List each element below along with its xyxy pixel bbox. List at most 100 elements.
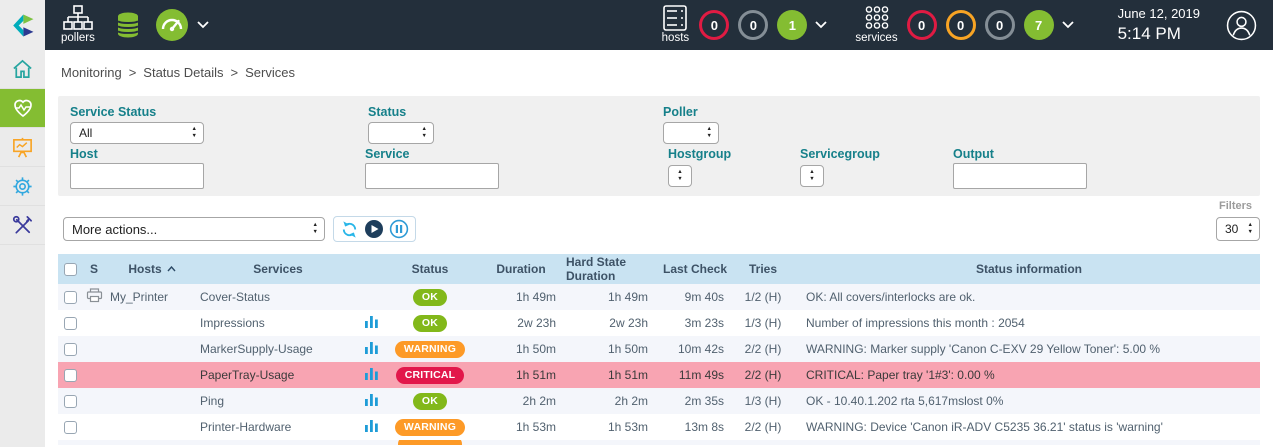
host-name[interactable]: My_Printer bbox=[110, 290, 168, 304]
status-badge: WARNING bbox=[395, 341, 465, 358]
row-checkbox[interactable] bbox=[64, 421, 77, 434]
status-badge: OK bbox=[413, 315, 447, 332]
service-name[interactable]: Ping bbox=[200, 394, 224, 408]
sidebar-item-configuration[interactable] bbox=[0, 167, 45, 206]
servicegroup-select[interactable] bbox=[800, 165, 824, 187]
header-hosts[interactable]: Hosts bbox=[106, 254, 198, 284]
output-input[interactable] bbox=[953, 163, 1087, 189]
graph-icon[interactable] bbox=[365, 420, 378, 435]
breadcrumb-item[interactable]: Services bbox=[245, 65, 295, 80]
breadcrumb-separator: > bbox=[129, 65, 137, 80]
row-checkbox[interactable] bbox=[64, 395, 77, 408]
user-profile-button[interactable] bbox=[1226, 10, 1257, 41]
hosts-chevron-down-icon[interactable] bbox=[815, 21, 827, 29]
pollers-icon bbox=[63, 5, 93, 31]
status-badge: CRITICAL bbox=[396, 367, 465, 384]
pause-button[interactable] bbox=[389, 219, 409, 239]
services-chevron-down-icon[interactable] bbox=[1062, 21, 1074, 29]
select-all-checkbox[interactable] bbox=[64, 263, 77, 276]
duration-cell: 1h 53m bbox=[476, 414, 566, 440]
host-input[interactable] bbox=[70, 163, 204, 189]
header-hard-state-duration[interactable]: Hard State Duration bbox=[566, 254, 662, 284]
hosts-counter[interactable]: 1 bbox=[777, 10, 807, 40]
header-status[interactable]: Status bbox=[384, 254, 476, 284]
duration-cell: 1h 50m bbox=[476, 336, 566, 362]
hosts-menu[interactable]: hosts bbox=[660, 5, 690, 45]
header-tries[interactable]: Tries bbox=[728, 254, 798, 284]
breadcrumb-item[interactable]: Monitoring bbox=[61, 65, 122, 80]
table-header-row: S Hosts Services Status Duration Hard St… bbox=[58, 254, 1260, 284]
header-last-check[interactable]: Last Check bbox=[662, 254, 728, 284]
hosts-counter[interactable]: 0 bbox=[738, 10, 768, 40]
page-size-select[interactable]: 30 bbox=[1216, 217, 1260, 241]
hosts-counter[interactable]: 0 bbox=[699, 10, 729, 40]
home-icon bbox=[11, 58, 34, 81]
table-row: Printer-Hardware WARNING 1h 53m 1h 53m 1… bbox=[58, 414, 1260, 440]
services-counter[interactable]: 0 bbox=[985, 10, 1015, 40]
hosts-counters: 001 bbox=[690, 10, 807, 40]
actions-toolbar: More actions... bbox=[58, 216, 1260, 242]
row-checkbox[interactable] bbox=[64, 343, 77, 356]
header-s[interactable]: S bbox=[82, 254, 106, 284]
host-label: Host bbox=[70, 147, 98, 161]
row-checkbox[interactable] bbox=[64, 291, 77, 304]
graph-icon[interactable] bbox=[365, 342, 378, 357]
latency-gauge-icon[interactable] bbox=[155, 8, 189, 42]
service-name[interactable]: Cover-Status bbox=[200, 290, 270, 304]
poller-chevron-down-icon[interactable] bbox=[197, 21, 209, 29]
service-status-select[interactable]: All bbox=[70, 122, 204, 144]
status-information-cell: OK - 10.40.1.202 rta 5,617mslost 0% bbox=[798, 388, 1260, 414]
hard-state-duration-cell: 1h 51m bbox=[566, 362, 662, 388]
heart-pulse-icon bbox=[11, 96, 35, 120]
last-check-cell: 11m 49s bbox=[662, 362, 728, 388]
service-name[interactable]: MarkerSupply-Usage bbox=[200, 342, 313, 356]
header-duration[interactable]: Duration bbox=[476, 254, 566, 284]
graph-icon[interactable] bbox=[365, 368, 378, 383]
status-information-cell: WARNING: Marker supply 'Canon C-EXV 29 Y… bbox=[798, 336, 1260, 362]
graph-icon[interactable] bbox=[365, 394, 378, 409]
sidebar-item-reporting[interactable] bbox=[0, 128, 45, 167]
poller-select[interactable] bbox=[663, 122, 719, 144]
service-name[interactable]: PaperTray-Usage bbox=[200, 368, 294, 382]
duration-cell: 1h 51m bbox=[476, 362, 566, 388]
more-actions-select[interactable]: More actions... bbox=[63, 217, 325, 241]
sidebar-item-monitoring[interactable] bbox=[0, 89, 45, 128]
refresh-button-group bbox=[333, 216, 416, 242]
row-checkbox[interactable] bbox=[64, 317, 77, 330]
header-status-information[interactable]: Status information bbox=[798, 254, 1260, 284]
last-check-cell: 3m 23s bbox=[662, 310, 728, 336]
status-select[interactable] bbox=[368, 122, 434, 144]
status-information-cell: CRITICAL: Paper tray '1#3': 0.00 % bbox=[798, 362, 1260, 388]
services-label: services bbox=[855, 33, 897, 45]
row-checkbox[interactable] bbox=[64, 369, 77, 382]
sidebar-item-administration[interactable] bbox=[0, 206, 45, 245]
hostgroup-select[interactable] bbox=[668, 165, 692, 187]
hard-state-duration-cell: 2w 23h bbox=[566, 310, 662, 336]
status-badge: OK bbox=[413, 289, 447, 306]
service-input[interactable] bbox=[365, 163, 499, 189]
sidebar-item-home[interactable] bbox=[0, 50, 45, 89]
main-content: Monitoring>Status Details>Services Servi… bbox=[45, 50, 1273, 447]
header-services[interactable]: Services bbox=[198, 254, 358, 284]
page-size-value: 30 bbox=[1225, 222, 1238, 236]
service-name[interactable]: Printer-Hardware bbox=[200, 420, 291, 434]
service-name[interactable]: Impressions bbox=[200, 316, 265, 330]
tries-cell: 2/2 (H) bbox=[728, 414, 798, 440]
services-counter[interactable]: 0 bbox=[907, 10, 937, 40]
play-icon bbox=[364, 219, 384, 239]
tries-cell: 1/2 (H) bbox=[728, 284, 798, 310]
refresh-button[interactable] bbox=[340, 220, 359, 239]
duration-cell: 2h 2m bbox=[476, 388, 566, 414]
duration-cell: 1h 49m bbox=[476, 284, 566, 310]
tries-cell: 1/3 (H) bbox=[728, 310, 798, 336]
centreon-logo[interactable] bbox=[0, 0, 45, 50]
pollers-menu[interactable]: pollers bbox=[61, 5, 95, 45]
poller-label: Poller bbox=[663, 105, 698, 119]
graph-icon[interactable] bbox=[365, 316, 378, 331]
play-button[interactable] bbox=[364, 219, 384, 239]
database-status-icon[interactable] bbox=[113, 10, 143, 40]
services-counter[interactable]: 7 bbox=[1024, 10, 1054, 40]
services-menu[interactable]: services bbox=[855, 5, 897, 45]
breadcrumb-item[interactable]: Status Details bbox=[143, 65, 223, 80]
services-counter[interactable]: 0 bbox=[946, 10, 976, 40]
